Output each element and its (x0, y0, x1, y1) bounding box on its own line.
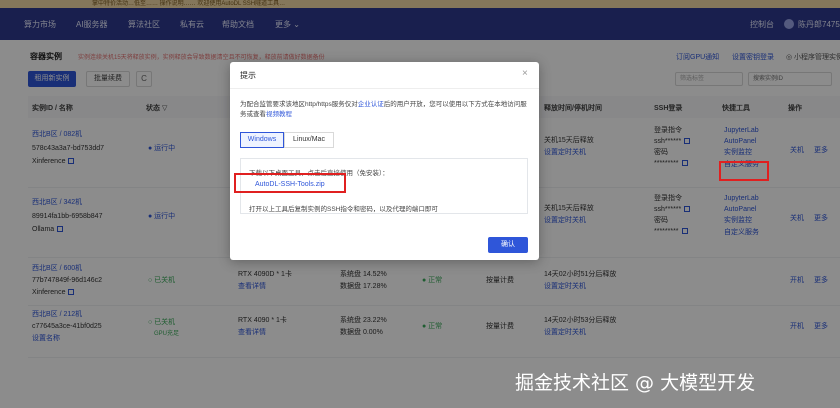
enterprise-auth-link[interactable]: 企业认证 (358, 101, 384, 108)
tip-dialog: 提示 × 为配合监管要求该地区http/https服务仅对企业认证后的用户开放，… (230, 62, 539, 260)
site-watermark: 掘金技术社区 @ 大模型开发 (515, 372, 756, 394)
close-icon[interactable]: × (522, 68, 528, 79)
tab-windows[interactable]: Windows (240, 132, 284, 148)
highlight-download-link (234, 173, 346, 193)
modal-backdrop-top (0, 0, 840, 40)
confirm-button[interactable]: 确认 (488, 237, 528, 253)
highlight-custom-service (719, 161, 769, 181)
usage-instruction: 打开以上工具后复制实例的SSH指令和密码，以及代理的端口即可 (249, 206, 438, 213)
dialog-description: 为配合监管要求该地区http/https服务仅对企业认证后的用户开放，您可以使用… (240, 101, 527, 118)
dialog-divider (230, 88, 539, 89)
tab-linux-mac[interactable]: Linux/Mac (284, 132, 334, 148)
video-tutorial-link[interactable]: 视频教程 (266, 111, 292, 118)
dialog-title: 提示 (240, 71, 256, 80)
